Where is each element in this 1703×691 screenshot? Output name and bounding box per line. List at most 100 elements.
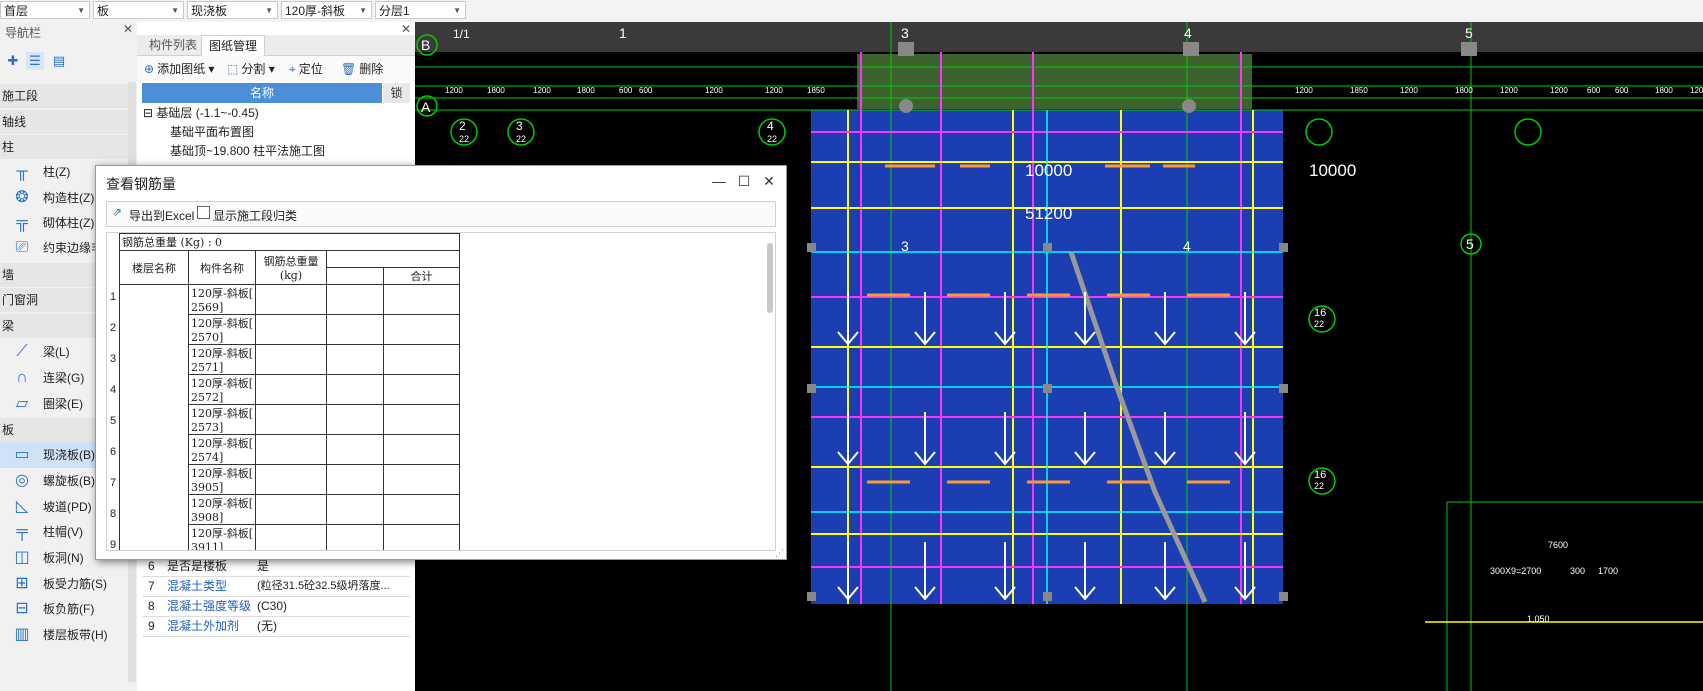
top-band xyxy=(415,22,1703,52)
minimize-icon[interactable]: — xyxy=(709,172,729,190)
column-icon: ╥ xyxy=(16,163,28,180)
delete-button[interactable]: 🗑 删除 xyxy=(341,60,383,78)
component-name-cell: 120厚-斜板[ 2573] xyxy=(188,404,256,435)
grip[interactable] xyxy=(1461,42,1477,56)
close-icon[interactable]: ✕ xyxy=(123,22,133,36)
grip[interactable] xyxy=(807,243,816,252)
total-weight: 钢筋总重量 (Kg) : 0 xyxy=(119,233,460,251)
component-name-cell: 120厚-斜板[ 2569] xyxy=(188,284,256,315)
component-name-cell: 120厚-斜板[ 2574] xyxy=(188,434,256,465)
row-number: 3 xyxy=(109,353,117,365)
trash-icon: 🗑 xyxy=(341,62,357,76)
nav-item-floor-band[interactable]: ▥ 楼层板带(H) xyxy=(0,622,128,648)
row-number: 6 xyxy=(109,446,117,458)
dim-text: 1200 xyxy=(1690,86,1703,95)
tab-drawing-manage[interactable]: 图纸管理 xyxy=(201,35,266,56)
detail-view-icon[interactable]: ▤ xyxy=(50,52,68,70)
grip[interactable] xyxy=(1279,243,1288,252)
nav-item-label: 连梁(G) xyxy=(43,371,85,385)
ring-beam-icon: ▱ xyxy=(15,395,29,412)
add-drawing-label: 添加图纸 xyxy=(157,62,206,76)
grip[interactable] xyxy=(899,99,913,113)
dim-text: 300X9=2700 xyxy=(1490,566,1541,576)
add-drawing-button[interactable]: ⊕ 添加图纸 ▾ xyxy=(144,60,214,78)
grip[interactable] xyxy=(1043,384,1052,393)
prop-row[interactable]: 9 混凝土外加剂 (无) xyxy=(142,616,410,637)
nav-item-label: 楼层板带(H) xyxy=(43,628,108,642)
nav-item-slab-rebar[interactable]: ⊞ 板受力筋(S) xyxy=(0,571,128,597)
tree-item[interactable]: 基础顶~19.800 柱平法施工图 xyxy=(170,141,325,161)
beam-icon: ⟋ xyxy=(16,343,28,360)
prop-value: (无) xyxy=(257,619,277,633)
pin-icon[interactable]: ✚ xyxy=(4,52,22,70)
locate-button[interactable]: ⌖ 定位 xyxy=(289,60,323,78)
grip[interactable] xyxy=(898,42,914,56)
component-name-cell: 120厚-斜板[ 2572] xyxy=(188,374,256,405)
grid-scrollbar[interactable] xyxy=(767,243,773,313)
tree-item[interactable]: 基础平面布置图 xyxy=(170,122,254,142)
column-header-lock[interactable]: 锁 xyxy=(383,83,410,103)
split-button[interactable]: ⬚ 分割 ▾ xyxy=(227,60,275,78)
dim-text: 300 xyxy=(1570,566,1585,576)
layer-select[interactable]: 分层1 ▼ xyxy=(375,1,466,19)
tab-component-list[interactable]: 构件列表 xyxy=(142,35,204,55)
grip[interactable] xyxy=(1279,384,1288,393)
dim-text: 1.050 xyxy=(1527,614,1550,624)
bubble-text: 22 xyxy=(767,134,777,144)
prop-row[interactable]: 7 混凝土类型 (粒径31.5砼32.5级坍落度... xyxy=(142,576,410,597)
maximize-icon[interactable]: ☐ xyxy=(734,172,754,190)
locate-icon: ⌖ xyxy=(289,62,296,76)
component-name-cell: 120厚-斜板[ 2571] xyxy=(188,344,256,375)
nav-cat-axis[interactable]: 轴线 xyxy=(0,110,128,134)
prop-row[interactable]: 8 混凝土强度等级 (C30) xyxy=(142,596,410,617)
list-view-icon[interactable]: ☰ xyxy=(26,52,44,70)
type-select[interactable]: 板 ▼ xyxy=(93,1,184,19)
dim-text: 10000 xyxy=(1309,161,1356,180)
close-icon[interactable]: ✕ xyxy=(759,172,779,190)
layer-select-value: 分层1 xyxy=(379,4,410,18)
chevron-down-icon: ▼ xyxy=(77,6,85,15)
nav-item-label: 板洞(N) xyxy=(43,551,84,565)
bubble-text: 22 xyxy=(516,134,526,144)
dim-text: 1800 xyxy=(577,86,595,95)
locate-label: 定位 xyxy=(298,62,323,76)
show-stage-label: 显示施工段归类 xyxy=(213,209,298,223)
collapse-icon[interactable]: ⊟ xyxy=(143,106,153,120)
bubble-text: 22 xyxy=(459,134,469,144)
grip[interactable] xyxy=(1183,42,1199,56)
nav-cat-stage[interactable]: 施工段 xyxy=(0,84,128,108)
column-header-name[interactable]: 名称 xyxy=(142,83,382,103)
grip[interactable] xyxy=(807,592,816,601)
floor-select[interactable]: 首层 ▼ xyxy=(0,1,90,19)
axis-label: 5 xyxy=(1465,25,1473,41)
coupling-beam-icon: ∩ xyxy=(16,369,28,386)
show-stage-checkbox[interactable] xyxy=(197,206,210,219)
chevron-down-icon: ▼ xyxy=(453,6,461,15)
grip[interactable] xyxy=(1182,99,1196,113)
component-select[interactable]: 120厚-斜板 ▼ xyxy=(281,1,372,19)
nav-cat-column[interactable]: 柱 xyxy=(0,135,128,159)
grip[interactable] xyxy=(1043,592,1052,601)
export-excel-button[interactable]: 导出到Excel xyxy=(129,207,194,224)
resize-grip-icon[interactable]: ⋰ xyxy=(775,548,784,559)
dim-text: 10000 xyxy=(1025,161,1072,180)
nav-item-neg-rebar[interactable]: ⊟ 板负筋(F) xyxy=(0,596,128,622)
component-name-cell: 120厚-斜板[ 3911] xyxy=(188,524,256,550)
nav-item-label: 螺旋板(B) xyxy=(43,474,95,488)
dim-text: 1800 xyxy=(1655,86,1673,95)
floor-cell xyxy=(119,284,189,550)
dim-text: 1200 xyxy=(1295,86,1313,95)
dim-text: 1200 xyxy=(533,86,551,95)
col-name-header: 构件名称 xyxy=(188,250,256,285)
nav-item-label: 现浇板(B) xyxy=(43,448,95,462)
tree-root[interactable]: ⊟ 基础层 (-1.1~-0.45) xyxy=(143,103,259,123)
split-label: 分割 xyxy=(241,62,266,76)
prop-num: 7 xyxy=(148,579,155,593)
grip[interactable] xyxy=(1279,592,1288,601)
grip[interactable] xyxy=(1043,243,1052,252)
subtype-select[interactable]: 现浇板 ▼ xyxy=(187,1,278,19)
axis-label: B xyxy=(421,37,430,53)
axis-label: 4 xyxy=(1183,238,1191,254)
close-icon[interactable]: ✕ xyxy=(401,22,411,36)
grip[interactable] xyxy=(807,384,816,393)
